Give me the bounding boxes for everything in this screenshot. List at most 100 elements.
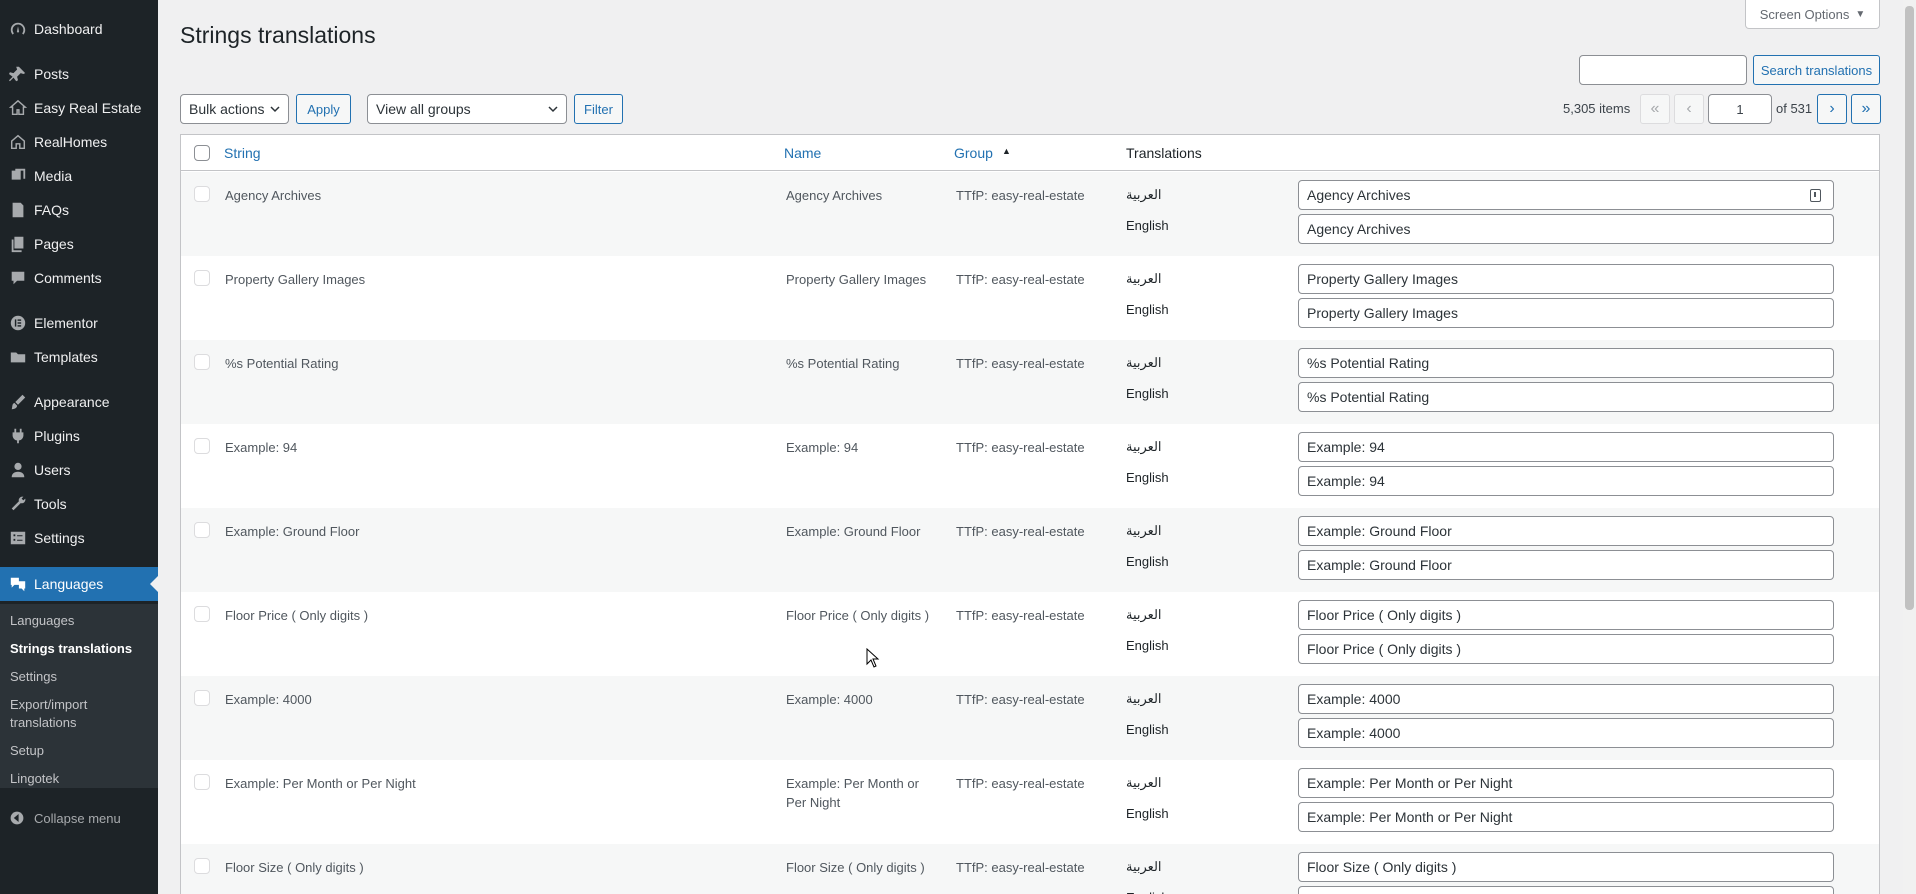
row-checkbox[interactable] bbox=[194, 690, 210, 706]
translation-input-ar[interactable]: Property Gallery Images bbox=[1298, 264, 1834, 294]
mouse-cursor-icon bbox=[866, 648, 880, 668]
sidebar-item-elementor[interactable]: Elementor bbox=[0, 306, 158, 340]
submenu-item-lingotek[interactable]: Lingotek bbox=[10, 770, 59, 788]
sidebar-item-comments[interactable]: Comments bbox=[0, 261, 158, 295]
translation-input-en[interactable] bbox=[1298, 886, 1834, 894]
screen-options-button[interactable]: Screen Options ▼ bbox=[1745, 0, 1880, 29]
collapse-icon bbox=[0, 810, 34, 826]
lang-label-en: English bbox=[1126, 638, 1169, 653]
page-scrollbar[interactable] bbox=[1903, 0, 1916, 894]
table-row: Agency Archives Agency Archives TTfP: ea… bbox=[181, 172, 1879, 256]
translation-input-en[interactable]: Floor Price ( Only digits ) bbox=[1298, 634, 1834, 664]
translation-input-en[interactable]: Agency Archives bbox=[1298, 214, 1834, 244]
elementor-icon bbox=[0, 314, 36, 332]
translation-input-ar[interactable]: Floor Price ( Only digits ) bbox=[1298, 600, 1834, 630]
group-filter-select[interactable]: View all groups bbox=[367, 94, 567, 124]
row-checkbox[interactable] bbox=[194, 606, 210, 622]
row-checkbox[interactable] bbox=[194, 354, 210, 370]
lang-label-ar: العربية bbox=[1126, 271, 1162, 286]
table-row: Example: Ground Floor Example: Ground Fl… bbox=[181, 508, 1879, 592]
sidebar-item-label: Dashboard bbox=[34, 21, 103, 37]
row-checkbox[interactable] bbox=[194, 774, 210, 790]
sidebar-item-pages[interactable]: Pages bbox=[0, 227, 158, 261]
column-string[interactable]: String bbox=[224, 145, 261, 161]
translation-input-ar[interactable]: Floor Size ( Only digits ) bbox=[1298, 852, 1834, 882]
prev-page-button[interactable]: ‹ bbox=[1674, 94, 1704, 124]
row-checkbox[interactable] bbox=[194, 438, 210, 454]
submenu-item-languages[interactable]: Languages bbox=[10, 612, 74, 630]
translation-input-en[interactable]: Example: 4000 bbox=[1298, 718, 1834, 748]
sidebar-item-posts[interactable]: Posts bbox=[0, 57, 158, 91]
translation-input-ar[interactable]: Agency Archives bbox=[1298, 180, 1834, 210]
string-cell: Floor Size ( Only digits ) bbox=[225, 860, 364, 875]
translation-input-ar[interactable]: Example: 94 bbox=[1298, 432, 1834, 462]
sidebar-item-label: Settings bbox=[34, 530, 85, 546]
column-group[interactable]: Group bbox=[954, 145, 993, 161]
sidebar-item-label: Easy Real Estate bbox=[34, 100, 142, 116]
sidebar-item-users[interactable]: Users bbox=[0, 453, 158, 487]
translation-input-ar[interactable]: Example: 4000 bbox=[1298, 684, 1834, 714]
bulk-actions-select[interactable]: Bulk actions bbox=[180, 94, 289, 124]
sidebar-item-label: Pages bbox=[34, 236, 74, 252]
submenu-item-export-import[interactable]: Export/import translations bbox=[10, 696, 120, 732]
sidebar-item-dashboard[interactable]: Dashboard bbox=[0, 12, 158, 46]
password-key-icon bbox=[1810, 189, 1821, 202]
translation-input-en[interactable]: Example: Ground Floor bbox=[1298, 550, 1834, 580]
sidebar-item-label: RealHomes bbox=[34, 134, 108, 150]
scrollbar-thumb[interactable] bbox=[1905, 6, 1914, 610]
lang-label-en: English bbox=[1126, 806, 1169, 821]
lang-label-ar: العربية bbox=[1126, 859, 1162, 874]
screen-options-label: Screen Options bbox=[1759, 6, 1850, 22]
submenu-item-settings[interactable]: Settings bbox=[10, 668, 57, 686]
row-checkbox[interactable] bbox=[194, 186, 210, 202]
translation-input-en[interactable]: Example: Per Month or Per Night bbox=[1298, 802, 1834, 832]
column-name[interactable]: Name bbox=[784, 145, 821, 161]
sidebar-item-languages[interactable]: Languages bbox=[0, 567, 158, 601]
sidebar-item-realhomes[interactable]: RealHomes bbox=[0, 125, 158, 159]
sidebar-item-settings[interactable]: Settings bbox=[0, 521, 158, 555]
sidebar-item-label: Comments bbox=[34, 270, 102, 286]
translation-value: Example: Ground Floor bbox=[1307, 523, 1452, 539]
translation-input-en[interactable]: Property Gallery Images bbox=[1298, 298, 1834, 328]
translation-input-ar[interactable]: Example: Per Month or Per Night bbox=[1298, 768, 1834, 798]
chevron-down-icon bbox=[548, 106, 558, 113]
row-checkbox[interactable] bbox=[194, 858, 210, 874]
translation-input-ar[interactable]: Example: Ground Floor bbox=[1298, 516, 1834, 546]
sidebar-item-plugins[interactable]: Plugins bbox=[0, 419, 158, 453]
row-checkbox[interactable] bbox=[194, 522, 210, 538]
sidebar-item-label: Users bbox=[34, 462, 71, 478]
last-page-button[interactable]: » bbox=[1851, 94, 1881, 124]
collapse-menu-button[interactable]: Collapse menu bbox=[0, 805, 158, 831]
row-checkbox[interactable] bbox=[194, 270, 210, 286]
filter-button[interactable]: Filter bbox=[574, 94, 623, 124]
string-cell: Example: Ground Floor bbox=[225, 524, 360, 539]
submenu-item-setup[interactable]: Setup bbox=[10, 742, 44, 760]
sidebar-item-faqs[interactable]: FAQs bbox=[0, 193, 158, 227]
table-row: Example: Per Month or Per Night Example:… bbox=[181, 760, 1879, 844]
first-page-button[interactable]: « bbox=[1640, 94, 1670, 124]
translation-input-ar[interactable]: %s Potential Rating bbox=[1298, 348, 1834, 378]
submenu-item-strings-translations[interactable]: Strings translations bbox=[10, 640, 132, 658]
sidebar-item-easy-real-estate[interactable]: Easy Real Estate bbox=[0, 91, 158, 125]
sidebar-item-media[interactable]: Media bbox=[0, 159, 158, 193]
translation-input-en[interactable]: Example: 94 bbox=[1298, 466, 1834, 496]
sidebar-item-tools[interactable]: Tools bbox=[0, 487, 158, 521]
select-all-checkbox[interactable] bbox=[194, 145, 210, 161]
sidebar-item-appearance[interactable]: Appearance bbox=[0, 385, 158, 419]
translation-input-en[interactable]: %s Potential Rating bbox=[1298, 382, 1834, 412]
home-icon bbox=[0, 133, 36, 151]
sidebar-item-label: Plugins bbox=[34, 428, 80, 444]
sidebar-item-label: Languages bbox=[34, 576, 104, 592]
page-title: Strings translations bbox=[180, 22, 376, 48]
translation-value: Example: 4000 bbox=[1307, 725, 1401, 741]
current-page-input[interactable]: 1 bbox=[1708, 94, 1772, 124]
apply-button[interactable]: Apply bbox=[296, 94, 351, 124]
translation-value: %s Potential Rating bbox=[1307, 355, 1430, 371]
pages-icon bbox=[0, 235, 36, 253]
search-input[interactable] bbox=[1579, 55, 1747, 85]
table-row: Floor Size ( Only digits ) Floor Size ( … bbox=[181, 844, 1879, 894]
name-cell: %s Potential Rating bbox=[786, 356, 900, 371]
next-page-button[interactable]: › bbox=[1817, 94, 1847, 124]
sidebar-item-templates[interactable]: Templates bbox=[0, 340, 158, 374]
search-translations-button[interactable]: Search translations bbox=[1753, 55, 1880, 85]
